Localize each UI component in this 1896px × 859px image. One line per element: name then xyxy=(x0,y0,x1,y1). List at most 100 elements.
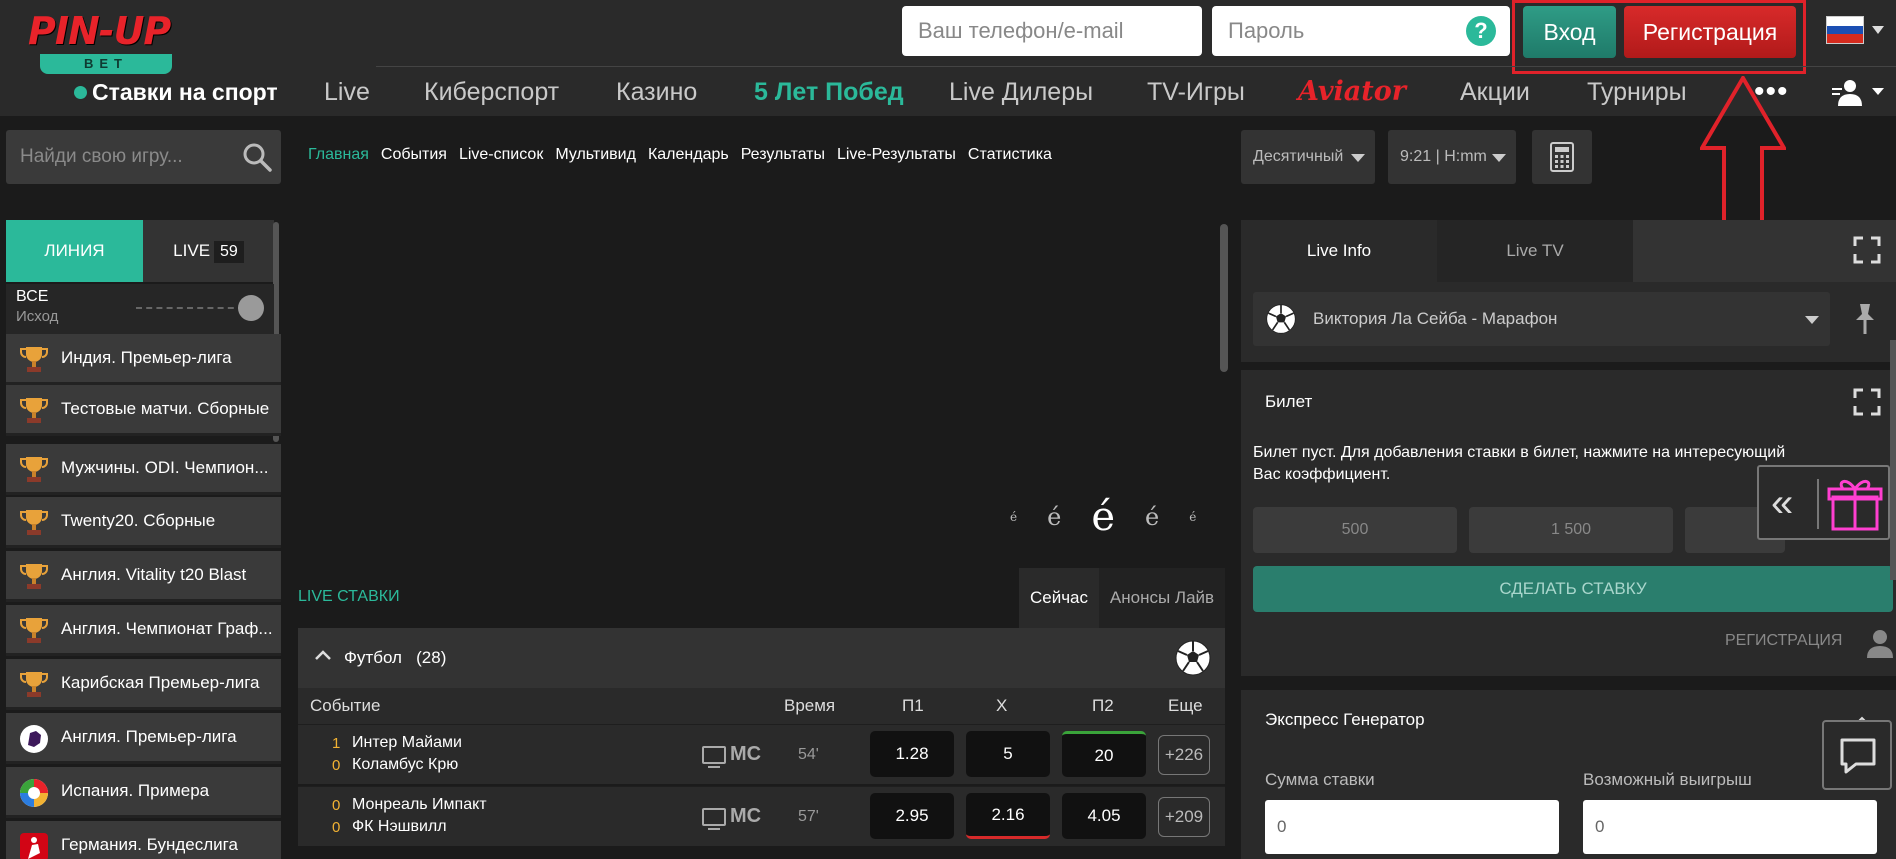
subnav-results[interactable]: Результаты xyxy=(741,146,825,163)
font-size-option[interactable]: é xyxy=(1145,503,1159,531)
nav-live-dealers[interactable]: Live Дилеры xyxy=(949,70,1093,114)
tab-live-info[interactable]: Live Info xyxy=(1241,220,1437,282)
nav-aviator[interactable]: Aviator xyxy=(1298,70,1406,114)
expand-icon[interactable] xyxy=(1853,388,1881,416)
tab-live[interactable]: LIVE 59 xyxy=(143,220,274,282)
time-format-value: 9:21 | H:mm xyxy=(1400,148,1487,165)
odd-x[interactable]: 2.16 xyxy=(966,793,1050,839)
pinup-logo[interactable]: PIN-UP BET xyxy=(28,8,184,74)
subnav-home[interactable]: Главная xyxy=(308,146,369,163)
quick-stake-button[interactable]: 500 xyxy=(1253,507,1457,553)
font-size-option[interactable]: é xyxy=(1047,503,1061,531)
tab-now[interactable]: Сейчас xyxy=(1019,568,1099,628)
center-scrollbar[interactable] xyxy=(1220,224,1228,372)
gift-icon[interactable] xyxy=(1827,475,1883,533)
subnav-events[interactable]: События xyxy=(381,146,447,163)
match-select-value: Виктория Ла Сейба - Марафон xyxy=(1313,309,1558,328)
tv-mc-icon[interactable]: MC xyxy=(702,805,761,830)
time-format-select[interactable]: 9:21 | H:mm xyxy=(1388,130,1516,184)
phone-email-input[interactable] xyxy=(902,6,1202,56)
search-icon[interactable] xyxy=(242,142,272,172)
league-item[interactable]: Германия. Бундеслига xyxy=(6,821,281,859)
league-item[interactable]: Англия. Vitality t20 Blast xyxy=(6,551,281,602)
register-link[interactable]: РЕГИСТРАЦИЯ xyxy=(1725,632,1842,650)
nav-sport[interactable]: Ставки на спорт xyxy=(92,70,278,114)
nav-5-years[interactable]: 5 Лет Побед xyxy=(754,70,904,114)
odds-format-select[interactable]: Десятичный xyxy=(1241,130,1375,184)
tab-live-tv[interactable]: Live TV xyxy=(1437,220,1633,282)
user-icon[interactable] xyxy=(1865,628,1895,658)
score-home: 1 xyxy=(332,735,341,752)
league-item[interactable]: Англия. Чемпионат Граф... xyxy=(6,605,281,656)
login-button[interactable]: Вход xyxy=(1523,6,1616,58)
league-label: Испания. Примера xyxy=(61,781,210,800)
user-settings-icon[interactable] xyxy=(1830,78,1886,108)
pin-icon[interactable] xyxy=(1850,302,1880,336)
russia-flag-icon[interactable] xyxy=(1826,16,1864,44)
chevron-up-icon xyxy=(315,650,331,660)
trophy-icon xyxy=(20,564,48,589)
match-select[interactable]: Виктория Ла Сейба - Марафон xyxy=(1253,292,1830,346)
nav-esports[interactable]: Киберспорт xyxy=(424,70,559,114)
subnav-live-results[interactable]: Live-Результаты xyxy=(837,146,956,163)
subnav-multiview[interactable]: Мультивид xyxy=(555,146,636,163)
odd-p2[interactable]: 20 xyxy=(1062,731,1146,777)
chat-button[interactable] xyxy=(1822,720,1892,790)
expand-icon[interactable] xyxy=(1853,236,1881,264)
stake-sum-input[interactable] xyxy=(1265,800,1559,854)
font-size-option[interactable]: é xyxy=(1189,510,1196,524)
table-row[interactable]: 1 Интер Майами 0 Коламбус Крю MC 54' 1.2… xyxy=(298,724,1225,784)
league-item[interactable]: Twenty20. Сборные xyxy=(6,497,281,548)
bonus-widget[interactable]: « xyxy=(1757,465,1890,540)
more-markets-button[interactable]: +226 xyxy=(1158,735,1210,775)
font-size-option[interactable]: é xyxy=(1010,510,1017,524)
make-bet-button[interactable]: СДЕЛАТЬ СТАВКУ xyxy=(1253,566,1893,612)
league-label: Англия. Чемпионат Граф... xyxy=(61,619,273,638)
tv-mc-icon[interactable]: MC xyxy=(702,743,761,768)
subnav-statistics[interactable]: Статистика xyxy=(968,146,1052,163)
subnav-calendar[interactable]: Календарь xyxy=(648,146,729,163)
odd-p2[interactable]: 4.05 xyxy=(1062,793,1146,839)
league-item[interactable]: Карибская Премьер-лига xyxy=(6,659,281,710)
sport-header-football[interactable]: Футбол (28) xyxy=(298,628,1225,688)
language-chevron-icon[interactable] xyxy=(1872,26,1884,34)
league-item[interactable]: Индия. Премьер-лига xyxy=(6,334,281,385)
bet-slip-title: Билет xyxy=(1265,392,1313,411)
league-item[interactable]: Англия. Премьер-лига xyxy=(6,713,281,764)
nav-tournaments[interactable]: Турниры xyxy=(1587,70,1687,114)
league-label: Мужчины. ODI. Чемпион... xyxy=(61,458,269,477)
help-icon[interactable]: ? xyxy=(1466,16,1496,46)
subnav-live-list[interactable]: Live-список xyxy=(459,146,543,163)
tab-line[interactable]: ЛИНИЯ xyxy=(6,220,143,282)
filter-slider-track[interactable] xyxy=(136,307,244,309)
nav-promotions[interactable]: Акции xyxy=(1460,70,1530,114)
quick-stake-button[interactable]: 1 500 xyxy=(1469,507,1673,553)
odd-p1[interactable]: 2.95 xyxy=(870,793,954,839)
font-size-option[interactable]: é xyxy=(1091,494,1115,540)
table-row[interactable]: 0 Монреаль Импакт 0 ФК Нэшвилл MC 57' 2.… xyxy=(298,786,1225,846)
laliga-icon xyxy=(20,779,48,807)
league-item[interactable]: Мужчины. ODI. Чемпион... xyxy=(6,444,281,495)
bet-slip-empty-message: Билет пуст. Для добавления ставки в биле… xyxy=(1253,444,1786,483)
col-x: X xyxy=(996,696,1008,715)
odd-x[interactable]: 5 xyxy=(966,731,1050,777)
league-item[interactable]: Испания. Примера xyxy=(6,767,281,818)
league-label: Twenty20. Сборные xyxy=(61,511,216,530)
nav-tv-games[interactable]: TV-Игры xyxy=(1147,70,1245,114)
double-chevron-left-icon[interactable]: « xyxy=(1771,481,1793,525)
premier-league-lion-icon xyxy=(20,725,48,753)
possible-win-input[interactable] xyxy=(1583,800,1877,854)
outcome-filter: ВСЕ Исход xyxy=(6,284,274,334)
odd-p1[interactable]: 1.28 xyxy=(870,731,954,777)
more-markets-button[interactable]: +209 xyxy=(1158,797,1210,837)
dropdown-caret-icon xyxy=(1492,154,1506,162)
tab-live-announcements[interactable]: Анонсы Лайв xyxy=(1099,568,1225,628)
game-search-input[interactable] xyxy=(6,130,234,184)
nav-casino[interactable]: Казино xyxy=(616,70,697,114)
register-button[interactable]: Регистрация xyxy=(1624,6,1796,58)
calculator-button[interactable] xyxy=(1532,130,1592,184)
right-scrollbar[interactable] xyxy=(1890,340,1896,580)
league-item[interactable]: Тестовые матчи. Сборные xyxy=(6,385,281,436)
nav-live[interactable]: Live xyxy=(324,70,370,114)
filter-slider-knob[interactable] xyxy=(238,295,264,321)
